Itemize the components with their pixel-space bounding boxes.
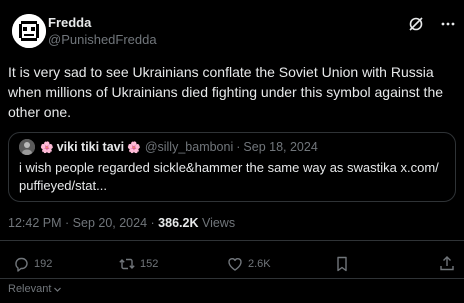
views-label: Views xyxy=(201,216,236,230)
avatar[interactable] xyxy=(12,14,46,48)
meta-dot: · xyxy=(150,216,155,230)
share-icon xyxy=(440,256,454,271)
tweet-date[interactable]: Sep 20, 2024 xyxy=(73,216,147,230)
divider xyxy=(0,278,464,279)
quote-handle: @silly_bamboni xyxy=(144,140,234,154)
quote-text: i wish people regarded sickle&hammer the… xyxy=(19,160,439,193)
like-button[interactable]: 2.6K xyxy=(226,255,271,273)
sort-replies-dropdown[interactable]: Relevant xyxy=(8,283,62,295)
meta-separator: · xyxy=(65,216,70,230)
share-button[interactable] xyxy=(438,255,456,273)
quote-display-name: viki tiki tavi xyxy=(56,140,125,154)
quote-date: Sep 18, 2024 xyxy=(243,140,318,154)
author-display-name[interactable]: Fredda xyxy=(48,15,157,31)
heart-icon xyxy=(228,258,242,271)
tweet-meta: 12:42 PM · Sep 20, 2024 · 386.2K Views xyxy=(8,216,235,230)
repost-button[interactable]: 152 xyxy=(118,255,158,273)
avatar-image xyxy=(12,14,46,48)
quoted-tweet[interactable]: 🌸 viki tiki tavi 🌸 @silly_bamboni · Sep … xyxy=(8,132,456,202)
tweet-time[interactable]: 12:42 PM xyxy=(8,216,62,230)
chevron-down-icon xyxy=(54,287,62,292)
like-count: 2.6K xyxy=(248,258,271,270)
divider xyxy=(0,240,464,241)
repost-count: 152 xyxy=(140,258,159,270)
reply-icon xyxy=(15,257,28,272)
more-icon[interactable] xyxy=(440,16,456,32)
quote-separator: · xyxy=(236,140,241,154)
bookmark-button[interactable] xyxy=(333,255,351,273)
views-count: 386.2K xyxy=(158,216,199,230)
sort-label: Relevant xyxy=(8,283,52,295)
grok-icon[interactable] xyxy=(408,16,424,32)
author-handle[interactable]: @PunishedFredda xyxy=(48,31,157,49)
reply-count: 192 xyxy=(34,258,53,270)
action-bar: 192 152 2.6K xyxy=(10,255,456,275)
quote-avatar xyxy=(19,139,35,155)
reply-button[interactable]: 192 xyxy=(12,255,52,273)
flower-emoji-icon: 🌸 xyxy=(127,141,141,154)
bookmark-icon xyxy=(337,256,347,272)
flower-emoji-icon: 🌸 xyxy=(40,141,54,154)
tweet-text: It is very sad to see Ukrainians conflat… xyxy=(8,64,444,120)
tweet-header: Fredda @PunishedFredda xyxy=(8,12,456,52)
repost-icon xyxy=(119,258,135,270)
